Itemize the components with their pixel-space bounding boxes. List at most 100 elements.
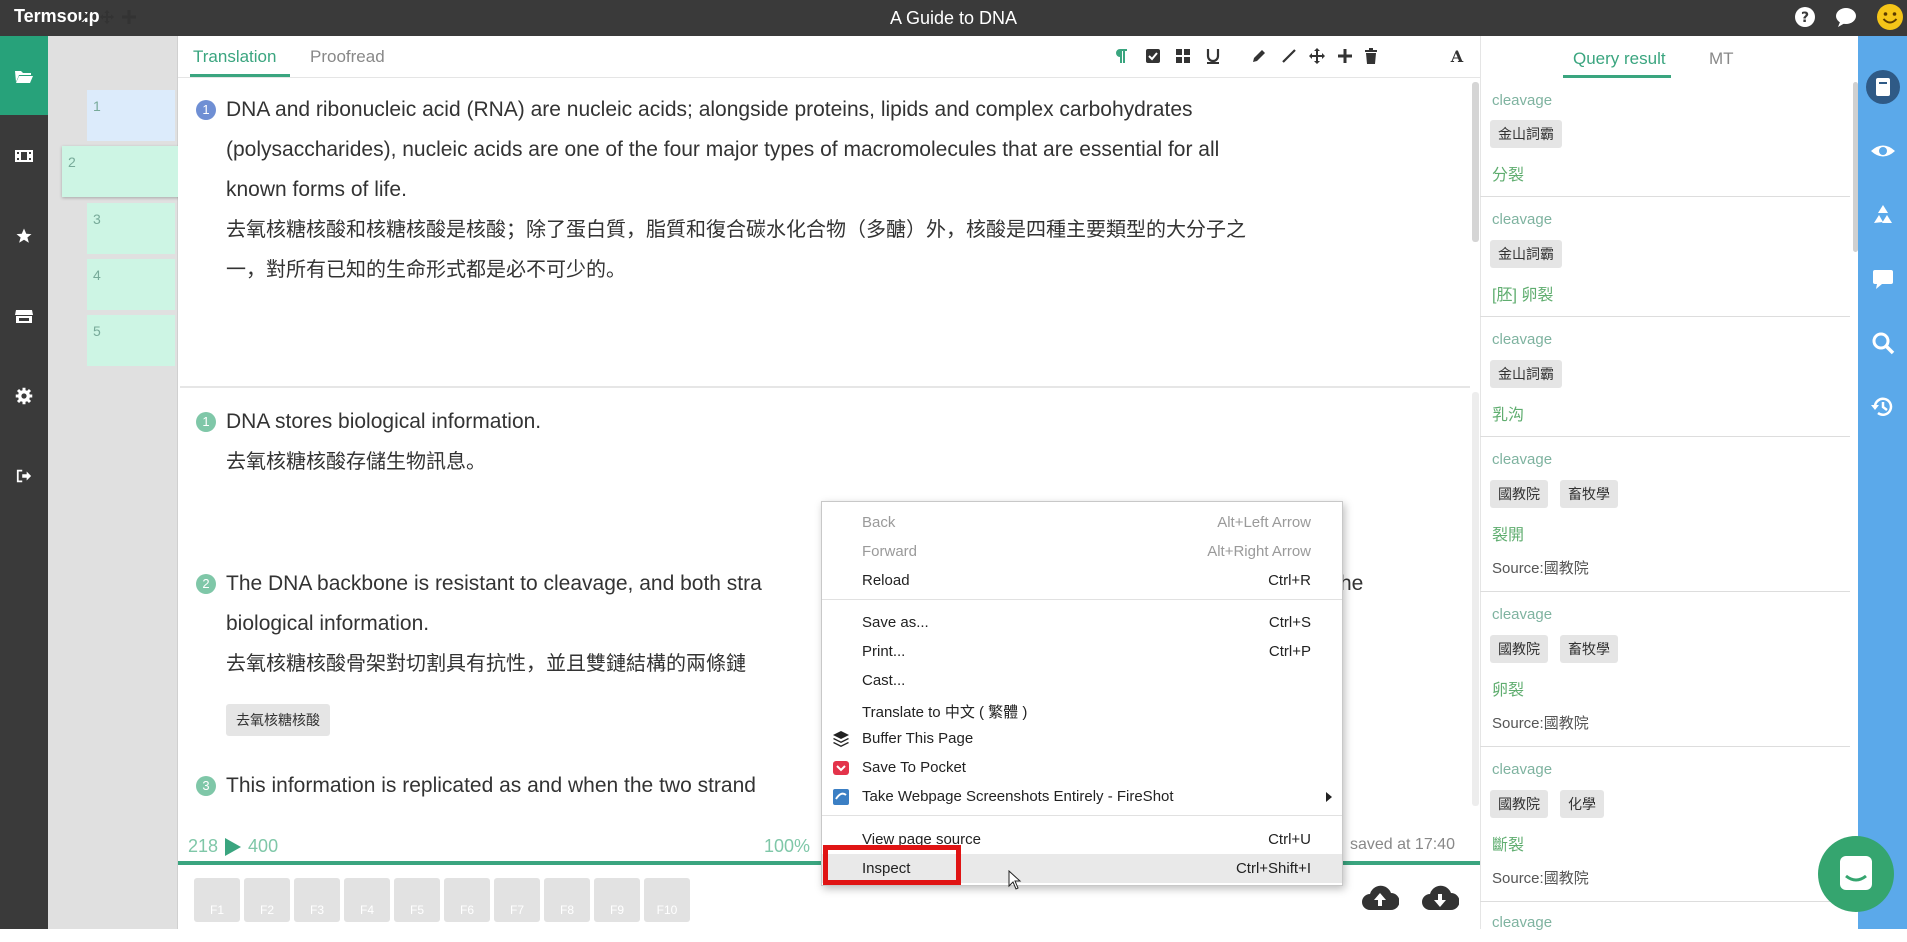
plus-icon[interactable]	[1336, 47, 1354, 65]
merge-icon[interactable]	[78, 10, 92, 24]
nav-folder-button[interactable]	[0, 36, 48, 115]
fireshot-icon	[833, 789, 849, 805]
menu-label: Translate to 中文 ( 繁體 )	[862, 704, 1028, 721]
query-translation[interactable]: 斷裂	[1492, 831, 1524, 855]
merge-icon[interactable]	[1280, 47, 1298, 65]
recycle-icon[interactable]	[1870, 202, 1896, 228]
source-text[interactable]: This information is replicated as and wh…	[226, 766, 756, 806]
tab-mt[interactable]: MT	[1709, 49, 1734, 69]
menu-item-buffer[interactable]: Buffer This Page	[822, 724, 1342, 753]
menu-item-print[interactable]: Print... Ctrl+P	[822, 637, 1342, 666]
query-translation[interactable]: [胚] 卵裂	[1492, 281, 1553, 305]
font-icon[interactable]: A	[1448, 47, 1466, 65]
fkey-button[interactable]: F1	[194, 878, 240, 922]
translation-text[interactable]: 去氧核糖核酸骨架對切割具有抗性，並且雙鏈結構的兩條鏈	[226, 644, 746, 684]
tab-proofread[interactable]: Proofread	[310, 47, 385, 67]
glossary-button[interactable]	[1866, 70, 1900, 104]
nav-logout-button[interactable]	[0, 436, 48, 515]
buffer-icon	[833, 731, 849, 747]
plus-icon[interactable]	[122, 10, 136, 24]
translation-text[interactable]: 去氧核糖核酸存儲生物訊息。	[226, 442, 486, 482]
query-card[interactable]: cleavage 金山詞霸 [胚] 卵裂	[1480, 197, 1850, 317]
pencil-icon[interactable]	[1250, 47, 1268, 65]
tab-translation[interactable]: Translation	[193, 47, 276, 67]
query-translation[interactable]: 裂開	[1492, 521, 1524, 545]
fkey-button[interactable]: F9	[594, 878, 640, 922]
fkey-button[interactable]: F5	[394, 878, 440, 922]
grid-icon[interactable]	[1174, 47, 1192, 65]
menu-item-cast[interactable]: Cast...	[822, 666, 1342, 695]
fkey-button[interactable]: F2	[244, 878, 290, 922]
nav-store-button[interactable]	[0, 276, 48, 355]
query-translation[interactable]: 卵裂	[1492, 676, 1524, 700]
source-line: (polysaccharides), nucleic acids are one…	[226, 138, 1220, 161]
menu-item-reload[interactable]: Reload Ctrl+R	[822, 566, 1342, 595]
word-count: 218 400	[188, 836, 278, 857]
nav-film-button[interactable]	[0, 116, 48, 195]
smiley-avatar-icon[interactable]	[1876, 3, 1904, 31]
query-card[interactable]: cleavage 國教院 化學 斷裂 Source:國教院	[1480, 747, 1850, 902]
menu-item-translate[interactable]: Translate to 中文 ( 繁體 )	[822, 695, 1342, 724]
chat-icon	[1840, 856, 1872, 890]
fkey-button[interactable]: F7	[494, 878, 540, 922]
paragraph-icon[interactable]	[1112, 47, 1130, 65]
cloud-upload-icon[interactable]	[1361, 884, 1399, 912]
eye-icon[interactable]	[1870, 138, 1896, 164]
fkey-button[interactable]: F3	[294, 878, 340, 922]
fkey-button[interactable]: F10	[644, 878, 690, 922]
query-translation[interactable]: 分裂	[1492, 161, 1524, 185]
editor-tabs: Translation Proofread A	[178, 36, 1480, 78]
move-icon[interactable]	[100, 10, 114, 24]
svg-text:?: ?	[1801, 10, 1809, 26]
menu-label: Cast...	[862, 672, 906, 689]
segment-item[interactable]: 3	[87, 203, 175, 254]
tab-query-result[interactable]: Query result	[1573, 49, 1666, 69]
fkey-button[interactable]: F6	[444, 878, 490, 922]
fkey-button[interactable]: F8	[544, 878, 590, 922]
menu-label: Save To Pocket	[862, 759, 966, 776]
block-divider	[180, 386, 1470, 388]
move-icon[interactable]	[1308, 47, 1326, 65]
tab-indicator	[190, 74, 290, 77]
query-card[interactable]: cleavage 國教院 畜牧學 裂開 Source:國教院	[1480, 437, 1850, 592]
history-icon[interactable]	[1870, 394, 1896, 420]
query-term: cleavage	[1492, 92, 1553, 109]
source-text[interactable]: The DNA backbone is resistant to cleavag…	[226, 564, 762, 604]
menu-item-save-as[interactable]: Save as... Ctrl+S	[822, 608, 1342, 637]
trash-icon[interactable]	[1362, 47, 1380, 65]
source-text[interactable]: DNA stores biological information.	[226, 402, 541, 442]
query-term: cleavage	[1492, 914, 1553, 931]
query-translation[interactable]: 乳沟	[1492, 401, 1524, 425]
segment-item-active[interactable]: 2	[62, 146, 180, 197]
underline-icon[interactable]	[1204, 47, 1222, 65]
translation-text[interactable]: 去氧核糖核酸和核糖核酸是核酸；除了蛋白質，脂質和復合碳水化合物（多醣）外，核酸是…	[226, 210, 1246, 290]
help-icon[interactable]: ?	[1793, 5, 1817, 29]
term-chip[interactable]: 去氧核糖核酸	[226, 704, 330, 736]
comment-icon[interactable]	[1870, 266, 1896, 292]
menu-item-pocket[interactable]: Save To Pocket	[822, 753, 1342, 782]
query-card[interactable]: cleavage 國教院 畜牧學 卵裂 Source:國教院	[1480, 592, 1850, 747]
search-icon[interactable]	[1870, 330, 1896, 356]
source-text[interactable]: biological information.	[226, 604, 429, 644]
query-card[interactable]: cleavage	[1480, 902, 1850, 931]
play-icon	[225, 837, 242, 856]
segment-item[interactable]: 1	[87, 90, 175, 141]
scrollbar-thumb[interactable]	[1472, 82, 1479, 242]
query-card[interactable]: cleavage 金山詞霸 乳沟	[1480, 317, 1850, 437]
segment-item[interactable]: 5	[87, 315, 175, 366]
range-end: 400	[248, 836, 279, 856]
query-card[interactable]: cleavage 金山詞霸 分裂	[1480, 80, 1850, 197]
scrollbar-track[interactable]	[1472, 392, 1479, 806]
cloud-download-icon[interactable]	[1421, 884, 1459, 912]
menu-item-forward[interactable]: Forward Alt+Right Arrow	[822, 537, 1342, 566]
menu-item-fireshot[interactable]: Take Webpage Screenshots Entirely - Fire…	[822, 782, 1342, 811]
nav-star-button[interactable]	[0, 196, 48, 275]
source-text[interactable]: DNA and ribonucleic acid (RNA) are nucle…	[226, 90, 1219, 210]
chat-bubble-icon[interactable]	[1834, 5, 1858, 29]
fkey-button[interactable]: F4	[344, 878, 390, 922]
chat-button[interactable]	[1818, 836, 1894, 912]
menu-item-back[interactable]: Back Alt+Left Arrow	[822, 508, 1342, 537]
segment-item[interactable]: 4	[87, 259, 175, 310]
nav-settings-button[interactable]	[0, 356, 48, 435]
checkbox-icon[interactable]	[1144, 47, 1162, 65]
